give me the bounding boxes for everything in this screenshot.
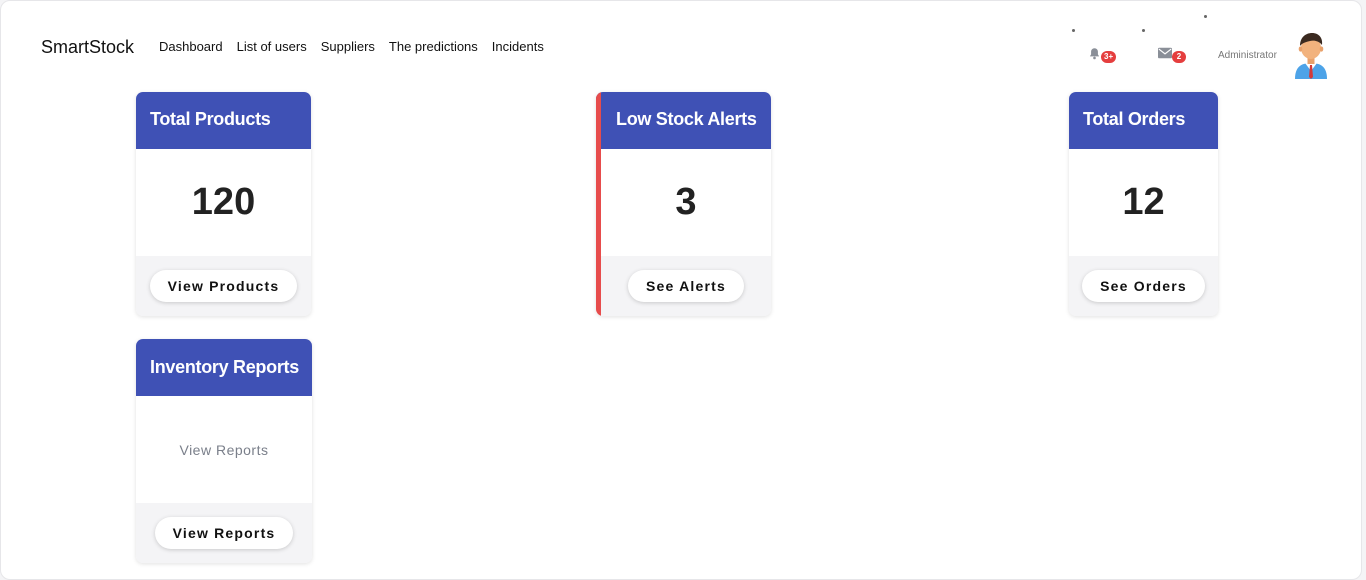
low-stock-value: 3 bbox=[675, 181, 697, 223]
card-total-orders: Total Orders 12 See Orders bbox=[1069, 92, 1218, 316]
card-footer: See Alerts bbox=[601, 256, 771, 316]
decorative-dot bbox=[1204, 15, 1207, 18]
messages-badge: 2 bbox=[1172, 51, 1186, 63]
total-products-value: 120 bbox=[191, 181, 256, 223]
card-title: Total Orders bbox=[1069, 92, 1218, 149]
card-total-products: Total Products 120 View Products bbox=[136, 92, 311, 316]
nav-dashboard[interactable]: Dashboard bbox=[159, 39, 223, 54]
view-reports-button[interactable]: View Reports bbox=[154, 517, 294, 549]
see-alerts-button[interactable]: See Alerts bbox=[628, 270, 744, 302]
card-footer: View Products bbox=[136, 256, 311, 316]
nav-incidents[interactable]: Incidents bbox=[492, 39, 544, 54]
card-title: Low Stock Alerts bbox=[596, 92, 771, 149]
envelope-icon-svg bbox=[1158, 47, 1172, 59]
card-title: Total Products bbox=[136, 92, 311, 149]
nav-suppliers[interactable]: Suppliers bbox=[321, 39, 375, 54]
nav-predictions[interactable]: The predictions bbox=[389, 39, 478, 54]
nav-users[interactable]: List of users bbox=[237, 39, 307, 54]
user-role: Administrator bbox=[1218, 50, 1277, 61]
card-footer: See Orders bbox=[1069, 256, 1218, 316]
bell-icon-svg bbox=[1089, 48, 1100, 60]
card-footer: View Reports bbox=[136, 503, 312, 563]
see-orders-button[interactable]: See Orders bbox=[1082, 270, 1205, 302]
decorative-dot bbox=[1072, 29, 1075, 32]
card-inventory-reports: Inventory Reports View Reports View Repo… bbox=[136, 339, 312, 563]
total-orders-value: 12 bbox=[1122, 181, 1165, 223]
notification-badge: 3+ bbox=[1101, 51, 1117, 63]
avatar[interactable] bbox=[1291, 31, 1331, 79]
view-products-button[interactable]: View Products bbox=[149, 270, 298, 302]
envelope-icon[interactable] bbox=[1158, 47, 1172, 62]
inventory-reports-link[interactable]: View Reports bbox=[136, 396, 312, 503]
brand-logo[interactable]: SmartStock bbox=[41, 37, 134, 58]
card-low-stock-alerts: Low Stock Alerts 3 See Alerts bbox=[596, 92, 771, 316]
card-title: Inventory Reports bbox=[136, 339, 312, 396]
decorative-dot bbox=[1142, 29, 1145, 32]
app-window: SmartStock Dashboard List of users Suppl… bbox=[0, 0, 1362, 580]
main-nav: Dashboard List of users Suppliers The pr… bbox=[159, 39, 558, 54]
bell-icon[interactable] bbox=[1088, 47, 1101, 63]
